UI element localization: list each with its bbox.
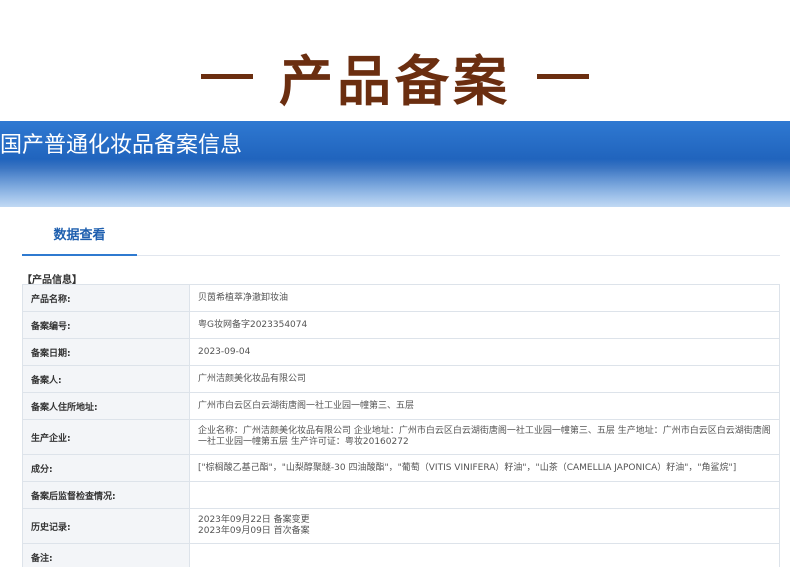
row-key: 备案人: <box>22 365 190 393</box>
table-row: 历史记录: 2023年09月22日 备案变更 2023年09月09日 首次备案 <box>22 508 780 544</box>
page-title: 产品备案 <box>279 49 511 113</box>
table-row: 备案后监督检查情况: <box>22 481 780 509</box>
heading-dash-left <box>201 73 253 79</box>
heading-dash-right <box>537 73 589 79</box>
page-heading: 产品备案 <box>0 36 790 116</box>
history-entry: 2023年09月09日 首次备案 <box>198 526 310 536</box>
row-value: 2023-09-04 <box>189 338 780 366</box>
product-info-table: 产品名称: 贝茵希植萃净澈卸妆油 备案编号: 粤G妆网备字2023354074 … <box>22 284 780 567</box>
row-value: ["棕榈酸乙基己酯"，"山梨醇聚醚-30 四油酸酯"，"葡萄（VITIS VIN… <box>189 454 780 482</box>
row-key: 备案人住所地址: <box>22 392 190 420</box>
row-key: 历史记录: <box>22 508 190 544</box>
table-row: 成分: ["棕榈酸乙基己酯"，"山梨醇聚醚-30 四油酸酯"，"葡萄（VITIS… <box>22 454 780 482</box>
table-row: 备案编号: 粤G妆网备字2023354074 <box>22 311 780 339</box>
table-row: 产品名称: 贝茵希植萃净澈卸妆油 <box>22 284 780 312</box>
table-row: 备案人: 广州洁颜美化妆品有限公司 <box>22 365 780 393</box>
banner-title: 国产普通化妆品备案信息 <box>0 133 243 158</box>
row-value: 广州市白云区白云湖街唐阁一社工业园一幢第三、五层 <box>189 392 780 420</box>
row-key: 备注: <box>22 543 190 567</box>
row-value: 粤G妆网备字2023354074 <box>189 311 780 339</box>
row-key: 成分: <box>22 454 190 482</box>
tab-data-view[interactable]: 数据查看 <box>22 212 137 256</box>
row-value: 贝茵希植萃净澈卸妆油 <box>189 284 780 312</box>
row-value <box>189 543 780 567</box>
row-value: 2023年09月22日 备案变更 2023年09月09日 首次备案 <box>189 508 780 544</box>
row-value <box>189 481 780 509</box>
table-row: 备注: <box>22 543 780 567</box>
row-value: 企业名称：广州洁颜美化妆品有限公司 企业地址：广州市白云区白云湖街唐阁一社工业园… <box>189 419 780 455</box>
row-value: 广州洁颜美化妆品有限公司 <box>189 365 780 393</box>
history-entry: 2023年09月22日 备案变更 <box>198 515 310 525</box>
tab-bar: 数据查看 <box>22 212 780 256</box>
row-key: 备案日期: <box>22 338 190 366</box>
table-row: 生产企业: 企业名称：广州洁颜美化妆品有限公司 企业地址：广州市白云区白云湖街唐… <box>22 419 780 455</box>
banner: 国产普通化妆品备案信息 <box>0 121 790 207</box>
table-row: 备案人住所地址: 广州市白云区白云湖街唐阁一社工业园一幢第三、五层 <box>22 392 780 420</box>
row-key: 生产企业: <box>22 419 190 455</box>
row-key: 备案后监督检查情况: <box>22 481 190 509</box>
row-key: 备案编号: <box>22 311 190 339</box>
table-row: 备案日期: 2023-09-04 <box>22 338 780 366</box>
row-key: 产品名称: <box>22 284 190 312</box>
